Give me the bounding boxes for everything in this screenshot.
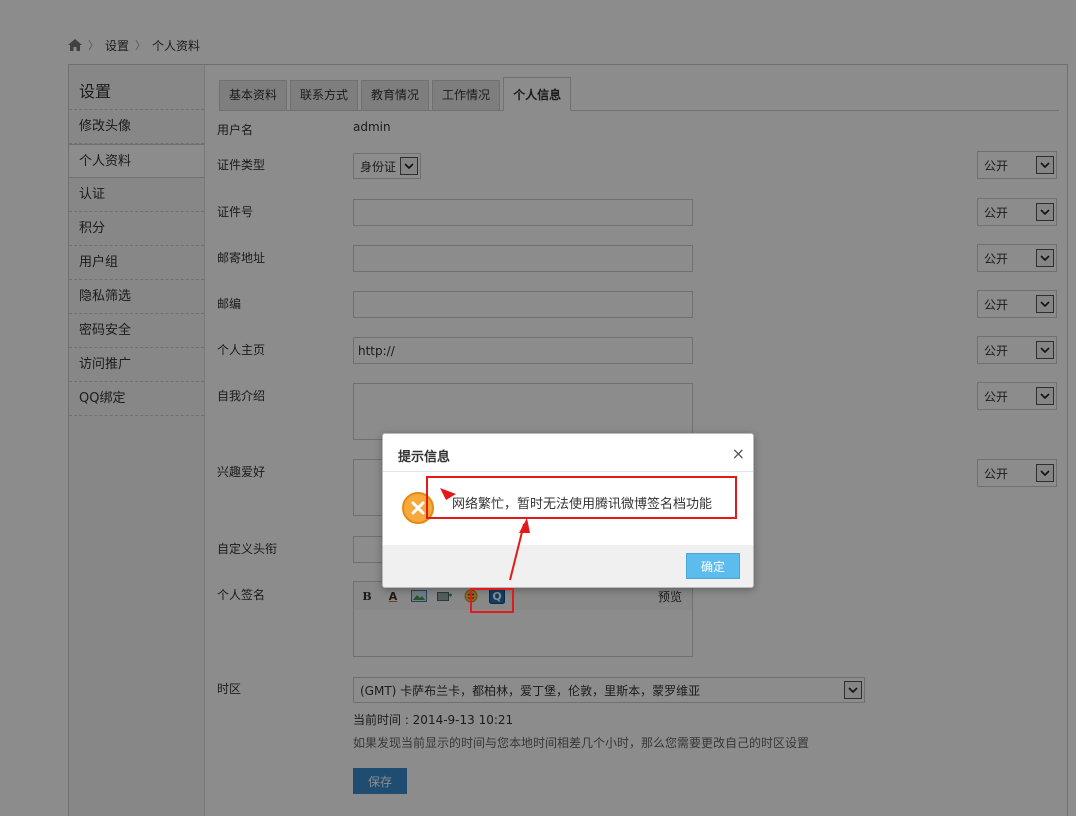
modal-overlay[interactable] xyxy=(0,0,1076,816)
annotation-message-box xyxy=(426,476,737,519)
dialog-footer: 确定 xyxy=(383,545,753,587)
ok-button[interactable]: 确定 xyxy=(686,553,740,579)
annotation-icon-box xyxy=(470,588,514,613)
dialog-header: 提示信息 × xyxy=(383,434,753,472)
close-icon[interactable]: × xyxy=(732,444,745,463)
dialog-title: 提示信息 xyxy=(398,450,451,465)
